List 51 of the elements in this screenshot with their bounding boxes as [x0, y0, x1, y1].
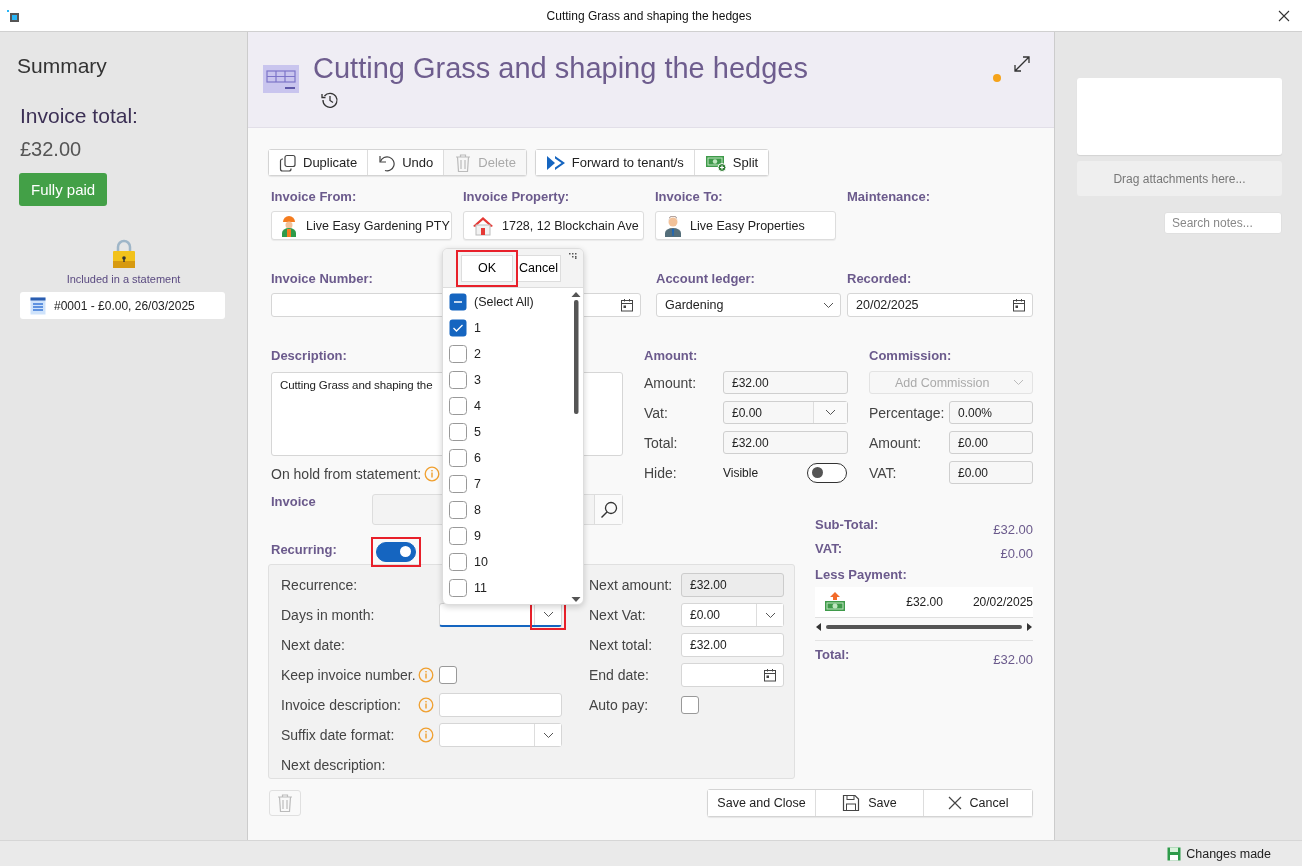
field-label: Recurring: — [271, 542, 338, 558]
field-label: Recorded: — [847, 271, 912, 287]
total-label: Sub-Total: — [815, 517, 879, 533]
field-label: Next description: — [281, 757, 387, 773]
statement-caption: Included in a statement — [66, 273, 181, 285]
field-label: Hide: — [644, 464, 678, 481]
field-label: Commission: — [869, 348, 952, 364]
field-label: Days in month: — [281, 607, 376, 623]
field-label: Amount: — [869, 434, 923, 451]
field-label: Invoice From: — [271, 189, 357, 205]
field-label: Auto pay: — [589, 697, 650, 713]
total-label: VAT: — [815, 541, 842, 557]
field-label: Suffix date format: — [281, 727, 396, 743]
total-label: Less Payment: — [815, 567, 907, 583]
field-label: Keep invoice number. — [281, 667, 417, 683]
visibility-text: Visible — [723, 465, 760, 480]
field-label: Next Vat: — [589, 607, 647, 623]
readonly-field: £32.00 — [681, 573, 784, 597]
field-label: Account ledger: — [656, 271, 755, 287]
field-label: Description: — [271, 348, 347, 364]
field-label: On hold from statement: — [271, 466, 422, 482]
field-label: Next total: — [589, 637, 654, 653]
window-title: Cutting Grass and shaping the hedges — [546, 8, 752, 23]
field-label: Invoice Property: — [463, 189, 570, 205]
field-label: End date: — [589, 667, 650, 683]
field-label: VAT: — [869, 464, 898, 481]
field-label: Invoice To: — [655, 189, 723, 205]
field-label: Invoice Number: — [271, 271, 373, 287]
field-label: Total: — [644, 434, 679, 451]
invoice-title: Cutting Grass and shaping the hedges — [313, 52, 808, 85]
field-label: Recurrence: — [281, 577, 359, 593]
field-label: Percentage: — [869, 404, 946, 421]
total-label: Total: — [815, 647, 850, 663]
field-label: Next date: — [281, 637, 346, 653]
field-label: Vat: — [644, 404, 669, 421]
field-label: Amount: — [644, 374, 698, 391]
payment-date: 20/02/2025 — [972, 595, 1033, 609]
statement-text: #0001 - £0.00, 26/03/2025 — [54, 298, 195, 313]
status-text: Changes made — [1186, 846, 1271, 861]
field-label: Invoice — [271, 494, 317, 510]
payment-amount: £32.00 — [906, 595, 943, 609]
invoice-total-label: Invoice total: — [20, 104, 139, 128]
summary-heading: Summary — [17, 54, 108, 78]
field-label: Next amount: — [589, 577, 674, 593]
total-value: £32.00 — [993, 651, 1033, 667]
field-label: Amount: — [644, 348, 698, 364]
total-value: £0.00 — [1000, 545, 1033, 561]
field-label: Invoice description: — [281, 697, 402, 713]
invoice-total-amount: £32.00 — [20, 138, 83, 161]
total-value: £32.00 — [993, 521, 1033, 537]
field-label: Maintenance: — [847, 189, 931, 205]
